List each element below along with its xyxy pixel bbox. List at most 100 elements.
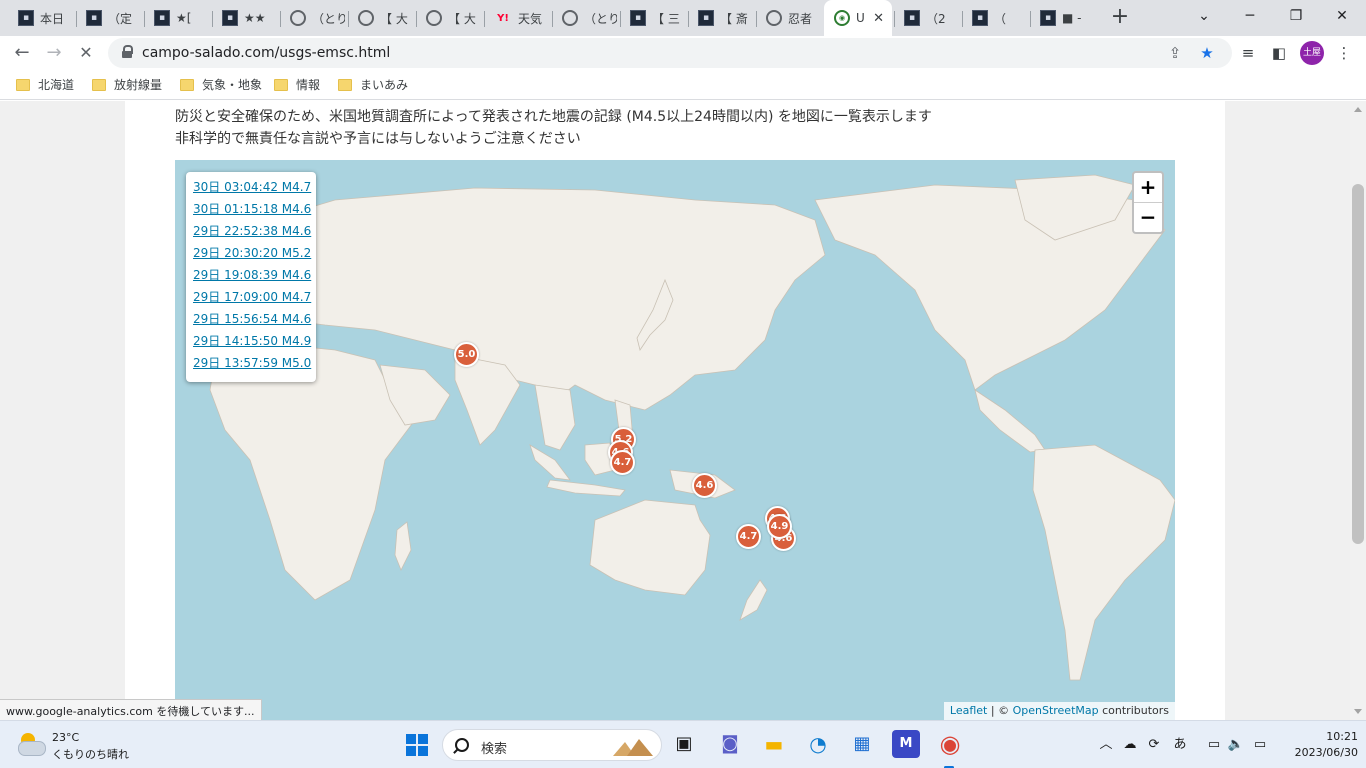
bookmark-folder[interactable]: 情報 bbox=[274, 76, 320, 93]
onedrive-cloud-icon[interactable]: ☁ bbox=[1120, 735, 1140, 755]
weather-description[interactable]: くもりのち晴れ bbox=[52, 746, 129, 762]
scrollbar-thumb[interactable] bbox=[1352, 184, 1364, 544]
clock-time[interactable]: 10:21 bbox=[1300, 730, 1358, 743]
tab[interactable]: ▪ （定 bbox=[76, 4, 141, 32]
sync-icon[interactable]: ⟳ bbox=[1144, 735, 1164, 755]
scroll-up-arrow-icon[interactable] bbox=[1354, 107, 1362, 112]
earthquake-link[interactable]: 29日 13:57:59 M5.0 bbox=[193, 354, 316, 376]
edge-browser-icon[interactable]: ◔ bbox=[804, 730, 832, 758]
earthquake-marker[interactable]: 4.6 bbox=[692, 473, 717, 498]
leaflet-link[interactable]: Leaflet bbox=[950, 704, 987, 717]
bookmark-folder[interactable]: 北海道 bbox=[16, 76, 74, 93]
close-window-button[interactable]: ✕ bbox=[1322, 4, 1362, 28]
earthquake-link[interactable]: 29日 15:56:54 M4.6 bbox=[193, 310, 316, 332]
folder-icon bbox=[16, 78, 30, 91]
chrome-icon[interactable]: ◉ bbox=[936, 730, 964, 758]
show-hidden-icons[interactable]: ︿ bbox=[1096, 735, 1116, 755]
earthquake-link[interactable]: 29日 19:08:39 M4.6 bbox=[193, 266, 316, 288]
network-icon[interactable]: ▭ bbox=[1204, 735, 1224, 755]
start-button[interactable] bbox=[406, 734, 428, 756]
address-bar[interactable]: campo-salado.com/usgs-emsc.html ⇪ ★ bbox=[108, 38, 1232, 68]
tab[interactable]: ▪ ★[ bbox=[144, 4, 209, 32]
bookmark-folder[interactable]: 気象・地象 bbox=[180, 76, 262, 93]
tab[interactable]: ▪ ■ - bbox=[1030, 4, 1095, 32]
earthquake-marker[interactable]: 4.9 bbox=[767, 514, 792, 539]
earthquake-link[interactable]: 29日 14:15:50 M4.9 bbox=[193, 332, 316, 354]
weather-icon[interactable] bbox=[18, 733, 46, 756]
page-scrollbar[interactable] bbox=[1350, 101, 1366, 720]
close-tab-icon[interactable]: ✕ bbox=[873, 11, 884, 26]
tab-search-icon[interactable]: ⌄ bbox=[1184, 4, 1224, 28]
tab[interactable]: ▪ 【 斎 bbox=[688, 4, 753, 32]
map-attribution: Leaflet | © OpenStreetMap contributors bbox=[943, 702, 1175, 720]
media-control-icon[interactable]: ≡ bbox=[1236, 41, 1260, 65]
task-view-icon[interactable]: ▣ bbox=[670, 730, 698, 758]
tab[interactable]: Y! 天気 bbox=[484, 4, 549, 32]
doc-icon: ▪ bbox=[972, 10, 988, 26]
earthquake-marker[interactable]: 4.7 bbox=[610, 450, 635, 475]
earthquake-link[interactable]: 29日 20:30:20 M5.2 bbox=[193, 244, 316, 266]
tab[interactable]: ▪ 本日 bbox=[8, 4, 73, 32]
bookmark-folder[interactable]: まいあみ bbox=[338, 76, 408, 93]
forward-icon[interactable]: → bbox=[40, 39, 68, 67]
volume-icon[interactable]: 🔈 bbox=[1226, 735, 1246, 755]
tab[interactable]: ▪ （ bbox=[962, 4, 1027, 32]
status-bubble: www.google-analytics.com を待機しています... bbox=[0, 699, 262, 720]
app-m-icon[interactable]: M bbox=[892, 730, 920, 758]
tab-title: （2 bbox=[926, 11, 946, 26]
tab[interactable]: 【 大 bbox=[416, 4, 481, 32]
tab[interactable]: 忍者 bbox=[756, 4, 821, 32]
chat-icon[interactable]: ◙ bbox=[716, 730, 744, 758]
lock-icon[interactable] bbox=[122, 45, 133, 58]
tab[interactable]: ▪ ★★ bbox=[212, 4, 277, 32]
search-icon bbox=[455, 738, 469, 752]
zoom-in-button[interactable]: + bbox=[1134, 173, 1162, 202]
minimize-button[interactable]: ─ bbox=[1230, 4, 1270, 28]
earthquake-link[interactable]: 30日 01:15:18 M4.6 bbox=[193, 200, 316, 222]
earthquake-link[interactable]: 29日 22:52:38 M4.6 bbox=[193, 222, 316, 244]
restore-button[interactable]: ❐ bbox=[1276, 4, 1316, 28]
weather-temperature[interactable]: 23°C bbox=[52, 731, 79, 744]
stop-loading-icon[interactable]: ✕ bbox=[72, 39, 100, 67]
new-tab-button[interactable]: + bbox=[1108, 6, 1132, 30]
openstreetmap-link[interactable]: OpenStreetMap bbox=[1013, 704, 1099, 717]
earthquake-map[interactable]: 30日 03:04:42 M4.7 30日 01:15:18 M4.6 29日 … bbox=[175, 160, 1175, 720]
earthquake-marker[interactable]: 5.0 bbox=[454, 342, 479, 367]
back-icon[interactable]: ← bbox=[8, 39, 36, 67]
tab[interactable]: ▪ 【 三 bbox=[620, 4, 685, 32]
zoom-out-button[interactable]: − bbox=[1134, 202, 1162, 231]
tab-title: （定 bbox=[108, 11, 133, 26]
tab[interactable]: （とり bbox=[552, 4, 617, 32]
tab[interactable]: 【 大 bbox=[348, 4, 413, 32]
tab-strip: ▪ 本日 ▪ （定 ▪ ★[ ▪ ★★ （とり 【 大 【 大 Y! 天気 （とり ▪ 【 … bbox=[0, 0, 1366, 36]
bookmark-folder[interactable]: 放射線量 bbox=[92, 76, 162, 93]
bookmark-label: 情報 bbox=[296, 78, 321, 92]
globe-icon bbox=[766, 10, 782, 26]
central-america-landmass bbox=[974, 389, 1046, 453]
battery-icon[interactable]: ▭ bbox=[1250, 735, 1270, 755]
file-explorer-icon[interactable]: ▬ bbox=[760, 730, 788, 758]
indochina-landmass bbox=[534, 384, 576, 451]
store-icon[interactable]: ▦ bbox=[848, 730, 876, 758]
side-panel-icon[interactable]: ◧ bbox=[1267, 41, 1291, 65]
scroll-down-arrow-icon[interactable] bbox=[1354, 709, 1362, 714]
page-viewport: 防災と安全確保のため、米国地質調査所によって発表された地震の記録 (M4.5以上… bbox=[0, 101, 1350, 720]
doc-icon: ▪ bbox=[222, 10, 238, 26]
folder-icon bbox=[274, 78, 288, 91]
clock-date[interactable]: 2023/06/30 bbox=[1282, 746, 1358, 759]
doc-icon: ▪ bbox=[904, 10, 920, 26]
url-text[interactable]: campo-salado.com/usgs-emsc.html bbox=[142, 45, 390, 61]
tab[interactable]: （とり bbox=[280, 4, 345, 32]
earthquake-marker[interactable]: 4.7 bbox=[736, 524, 761, 549]
menu-icon[interactable]: ⋮ bbox=[1332, 41, 1356, 65]
earthquake-link[interactable]: 29日 17:09:00 M4.7 bbox=[193, 288, 316, 310]
taskbar-search[interactable]: 検索 bbox=[442, 729, 662, 761]
profile-avatar[interactable]: 土屋 bbox=[1300, 41, 1324, 65]
earthquake-link[interactable]: 30日 03:04:42 M4.7 bbox=[193, 178, 316, 200]
tab-active[interactable]: ◉ U ✕ bbox=[824, 0, 892, 36]
intro-text: 防災と安全確保のため、米国地質調査所によって発表された地震の記録 (M4.5以上… bbox=[175, 109, 932, 125]
share-icon[interactable]: ⇪ bbox=[1164, 42, 1186, 64]
bookmark-star-icon[interactable]: ★ bbox=[1196, 42, 1218, 64]
ime-indicator[interactable]: あ bbox=[1170, 735, 1190, 755]
tab[interactable]: ▪ （2 bbox=[894, 4, 959, 32]
